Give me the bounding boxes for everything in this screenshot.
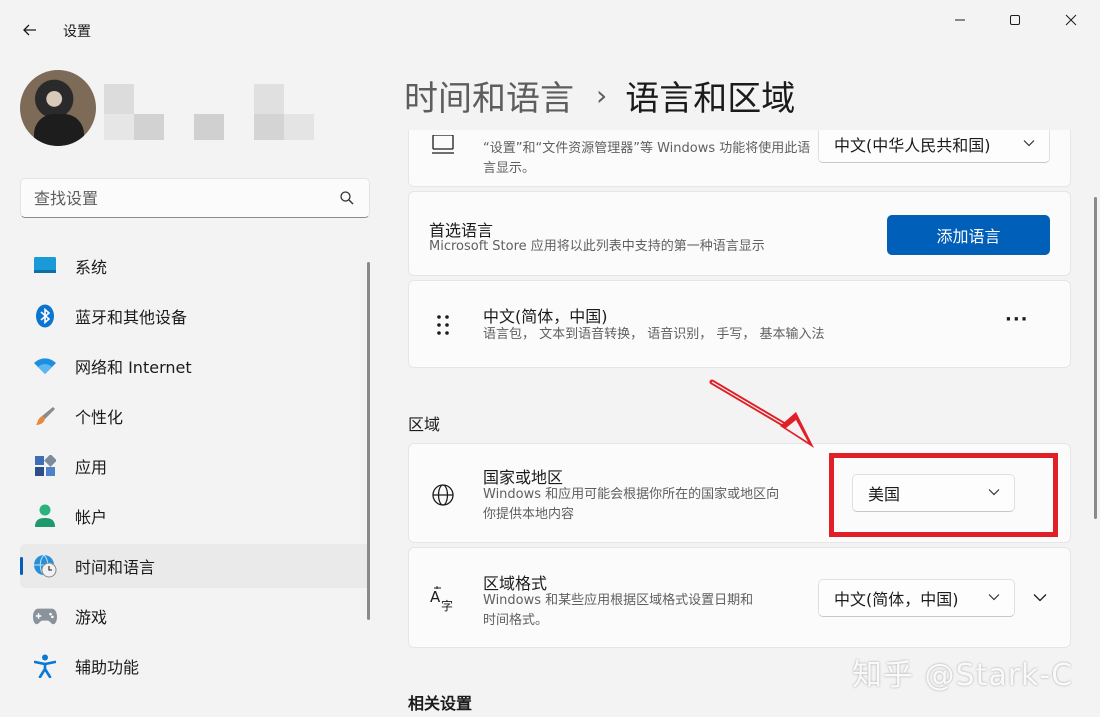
region-section-label: 区域 bbox=[408, 415, 441, 434]
sidebar-nav: 系统 蓝牙和其他设备 网络和 Internet 个性化 应用 帐户 时间和语言 … bbox=[20, 244, 370, 694]
title-bar: 设置 bbox=[0, 0, 1100, 60]
sidebar-item-gaming[interactable]: 游戏 bbox=[20, 594, 370, 638]
regional-format-value: 中文(简体，中国) bbox=[834, 590, 959, 609]
chevron-down-icon bbox=[988, 594, 1000, 601]
preferred-language-desc: Microsoft Store 应用将以此列表中支持的第一种语言显示 bbox=[429, 239, 765, 254]
sidebar-item-apps[interactable]: 应用 bbox=[20, 444, 370, 488]
app-title: 设置 bbox=[63, 24, 91, 40]
language-format-icon: A 字 bbox=[430, 586, 453, 612]
annotation-highlight-box bbox=[829, 453, 1058, 537]
svg-text:A: A bbox=[430, 588, 441, 606]
main-scrollbar[interactable] bbox=[1094, 197, 1097, 519]
search-input[interactable] bbox=[21, 179, 331, 217]
country-desc-line2: 你提供本地内容 bbox=[483, 507, 575, 522]
person-icon bbox=[33, 504, 57, 528]
language-item-title: 中文(简体，中国) bbox=[483, 307, 608, 326]
search-icon[interactable] bbox=[339, 190, 355, 206]
regional-format-desc-line2: 时间格式。 bbox=[483, 613, 549, 628]
sidebar-item-accessibility[interactable]: 辅助功能 bbox=[20, 644, 370, 688]
display-language-value: 中文(中华人民共和国) bbox=[834, 136, 991, 155]
watermark: 知乎 @Stark-C bbox=[852, 658, 1074, 693]
sidebar-item-system[interactable]: 系统 bbox=[20, 244, 370, 288]
sidebar-scrollbar[interactable] bbox=[367, 262, 370, 620]
sidebar-item-accounts[interactable]: 帐户 bbox=[20, 494, 370, 538]
breadcrumb-parent[interactable]: 时间和语言 bbox=[404, 71, 574, 120]
search-box bbox=[20, 178, 370, 218]
maximize-icon bbox=[1010, 15, 1020, 25]
sidebar-item-bluetooth[interactable]: 蓝牙和其他设备 bbox=[20, 294, 370, 338]
gamepad-icon bbox=[33, 604, 57, 628]
annotation-arrow-icon bbox=[709, 379, 814, 448]
display-language-card: “设置”和“文件资源管理器”等 Windows 功能将使用此语言显示。 中文(中… bbox=[408, 130, 1071, 187]
minimize-icon bbox=[955, 19, 965, 21]
display-icon bbox=[432, 135, 454, 154]
monitor-icon bbox=[33, 254, 57, 278]
breadcrumb: 时间和语言 › 语言和区域 bbox=[404, 70, 795, 120]
close-icon bbox=[1065, 14, 1077, 26]
regional-format-dropdown[interactable]: 中文(简体，中国) bbox=[818, 579, 1015, 617]
country-desc-line1: Windows 和应用可能会根据你所在的国家或地区向 bbox=[483, 487, 780, 502]
related-settings-label: 相关设置 bbox=[408, 694, 473, 713]
language-item-card[interactable]: 中文(简体，中国) 语言包， 文本到语音转换， 语音识别， 手写， 基本输入法 … bbox=[408, 280, 1071, 368]
regional-format-desc-line1: Windows 和某些应用根据区域格式设置日期和 bbox=[483, 593, 754, 608]
close-button[interactable] bbox=[1043, 0, 1099, 40]
maximize-button[interactable] bbox=[987, 0, 1043, 40]
sidebar-item-personalization[interactable]: 个性化 bbox=[20, 394, 370, 438]
apps-icon bbox=[33, 454, 57, 478]
accessibility-icon bbox=[33, 654, 57, 678]
add-language-button[interactable]: 添加语言 bbox=[887, 215, 1050, 255]
chevron-down-icon bbox=[1023, 140, 1035, 147]
page-title: 语言和区域 bbox=[625, 78, 796, 119]
back-arrow-icon bbox=[23, 24, 36, 36]
globe-clock-icon bbox=[33, 554, 57, 578]
paintbrush-icon bbox=[33, 404, 57, 428]
sidebar-item-network[interactable]: 网络和 Internet bbox=[20, 344, 370, 388]
regional-format-card[interactable]: A 字 区域格式 Windows 和某些应用根据区域格式设置日期和 时间格式。 … bbox=[408, 547, 1071, 648]
svg-text:字: 字 bbox=[441, 598, 453, 612]
sidebar-item-time-language[interactable]: 时间和语言 bbox=[20, 544, 370, 588]
drag-handle-icon[interactable] bbox=[436, 314, 450, 336]
expand-chevron-icon[interactable] bbox=[1033, 593, 1047, 602]
breadcrumb-separator: › bbox=[596, 78, 608, 112]
back-button[interactable] bbox=[12, 14, 48, 46]
minimize-button[interactable] bbox=[932, 0, 988, 40]
user-avatar[interactable] bbox=[20, 70, 96, 146]
preferred-language-card: 首选语言 Microsoft Store 应用将以此列表中支持的第一种语言显示 … bbox=[408, 191, 1071, 276]
display-language-desc: “设置”和“文件资源管理器”等 Windows 功能将使用此语言显示。 bbox=[483, 141, 811, 176]
bluetooth-icon bbox=[33, 304, 57, 328]
display-language-dropdown[interactable]: 中文(中华人民共和国) bbox=[818, 130, 1050, 163]
globe-icon bbox=[432, 484, 454, 506]
language-item-desc: 语言包， 文本到语音转换， 语音识别， 手写， 基本输入法 bbox=[483, 327, 825, 342]
wifi-icon bbox=[33, 354, 57, 378]
more-options-button[interactable]: ··· bbox=[1005, 309, 1029, 330]
active-indicator bbox=[20, 557, 23, 575]
